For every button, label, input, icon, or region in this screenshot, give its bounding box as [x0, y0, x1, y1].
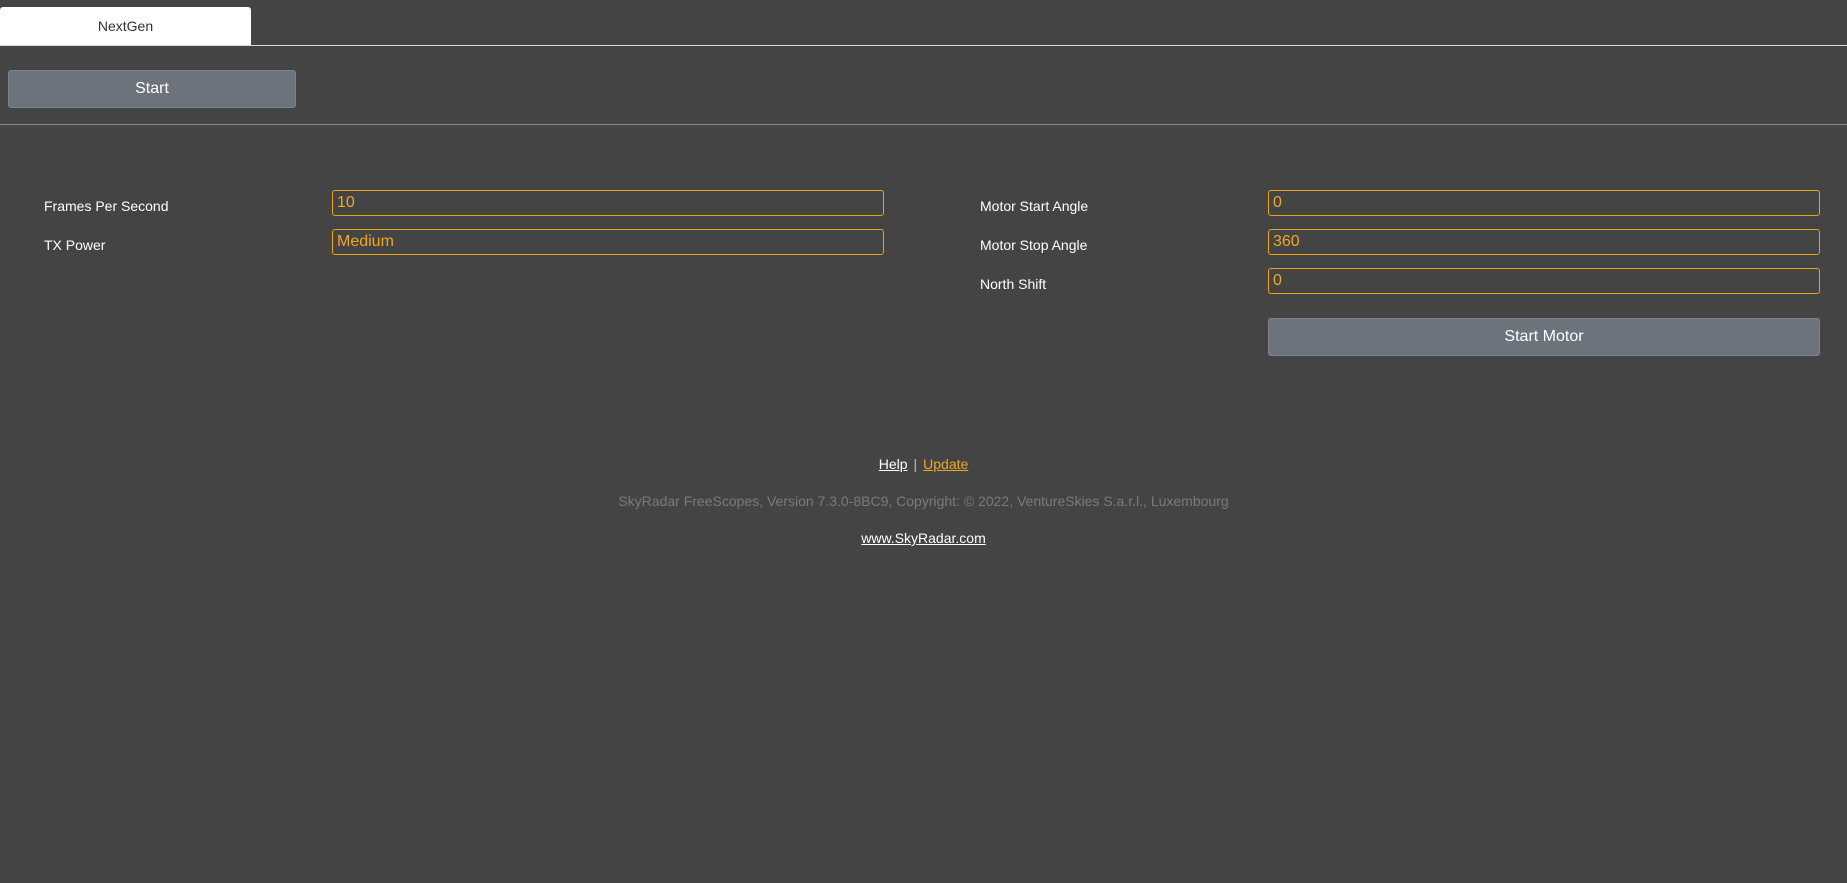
fps-label: Frames Per Second: [44, 198, 169, 214]
footer-links: Help | Update: [0, 456, 1847, 472]
start-button[interactable]: Start: [8, 70, 296, 108]
start-motor-button[interactable]: Start Motor: [1268, 318, 1820, 356]
tab-nextgen[interactable]: NextGen: [0, 7, 251, 45]
toolbar: Start: [0, 46, 1847, 125]
update-link[interactable]: Update: [923, 456, 968, 472]
website-link[interactable]: www.SkyRadar.com: [861, 530, 985, 546]
north-shift-label: North Shift: [980, 276, 1047, 292]
copyright-text: SkyRadar FreeScopes, Version 7.3.0-8BC9,…: [618, 493, 1229, 509]
fps-input[interactable]: [332, 190, 884, 216]
tx-power-label: TX Power: [44, 237, 106, 253]
website-link-container: www.SkyRadar.com: [0, 530, 1847, 546]
motor-start-angle-label: Motor Start Angle: [980, 198, 1089, 214]
motor-stop-angle-label: Motor Stop Angle: [980, 237, 1088, 253]
help-link[interactable]: Help: [879, 456, 908, 472]
page: NextGen Start Frames Per Second TX Power…: [0, 0, 1847, 883]
tab-bar: NextGen: [0, 0, 1847, 46]
footer-separator: |: [913, 456, 918, 472]
tx-power-input[interactable]: [332, 229, 884, 255]
motor-start-angle-input[interactable]: [1268, 190, 1820, 216]
motor-stop-angle-input[interactable]: [1268, 229, 1820, 255]
north-shift-input[interactable]: [1268, 268, 1820, 294]
